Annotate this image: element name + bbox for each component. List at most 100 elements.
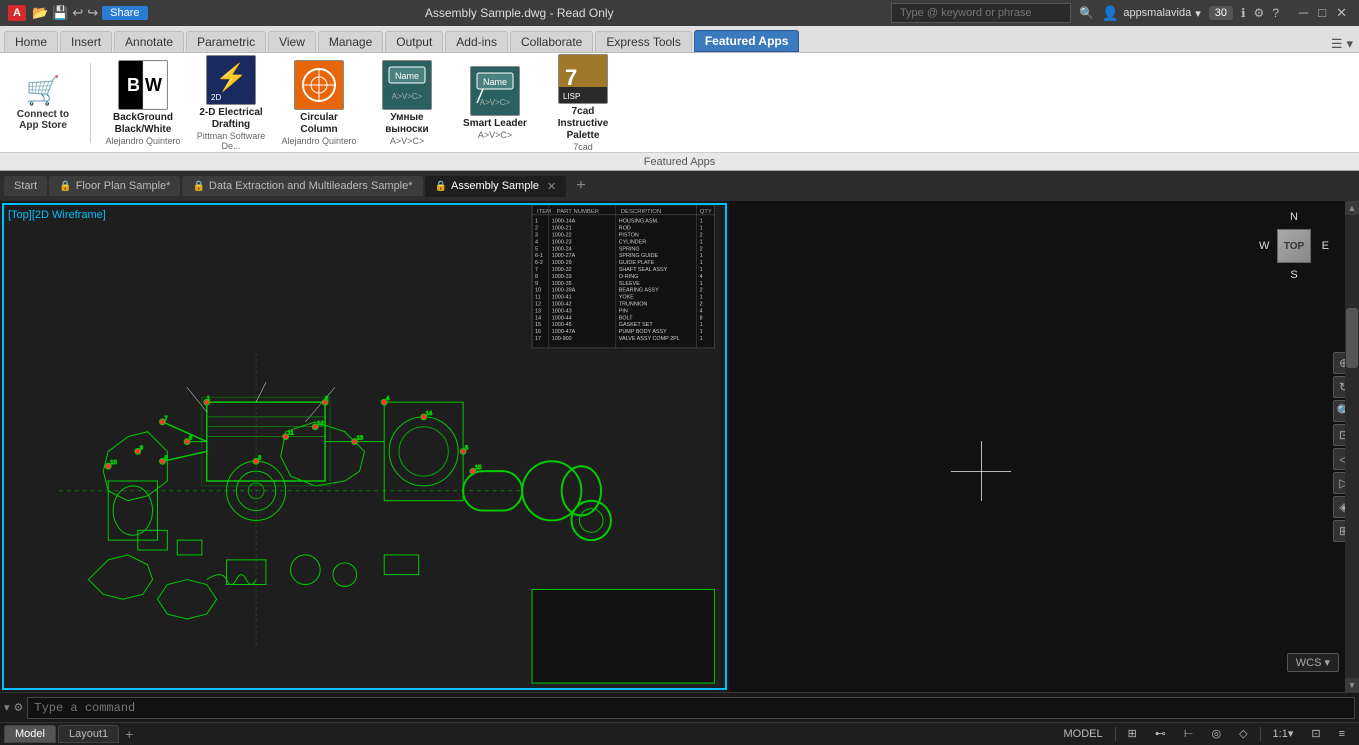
app-smart-callout[interactable]: Name A>V>C> Умные выноски A>V>C> xyxy=(367,58,447,148)
scrollbar-thumb[interactable] xyxy=(1346,308,1358,368)
svg-text:1: 1 xyxy=(700,336,703,342)
app-electrical[interactable]: ⚡ 2D 2-D ElectricalDrafting Pittman Soft… xyxy=(191,53,271,153)
titlebar-center: Assembly Sample.dwg - Read Only xyxy=(425,6,614,20)
viewcube-top-button[interactable]: TOP xyxy=(1277,229,1311,263)
command-gear-icon[interactable]: ⚙ xyxy=(14,701,24,714)
app-7cad-name: 7cad InstructivePalette xyxy=(545,106,621,142)
right-panel: N S E W TOP ⊕ ↻ 🔍 ⊡ ◁ ▷ ◈ ⊞ WCS ▾ ▲ xyxy=(729,201,1359,692)
redo-icon[interactable]: ↪ xyxy=(87,5,98,21)
grid-button[interactable]: ⊞ xyxy=(1122,726,1143,741)
svg-text:2: 2 xyxy=(700,233,703,239)
tab-output[interactable]: Output xyxy=(385,31,443,52)
settings-icon[interactable]: ⚙ xyxy=(1254,6,1265,20)
tab-add-ins[interactable]: Add-ins xyxy=(445,31,508,52)
svg-text:12: 12 xyxy=(535,302,541,308)
svg-text:1: 1 xyxy=(207,396,210,402)
lock-icon-2: 🔒 xyxy=(192,181,204,192)
connect-to-appstore-button[interactable]: 🛒 Connect toApp Store xyxy=(8,74,78,131)
annotation-scale-button[interactable]: 1:1▾ xyxy=(1267,726,1300,741)
add-layout-button[interactable]: + xyxy=(121,726,137,742)
svg-text:1000-45: 1000-45 xyxy=(552,322,572,328)
tab-express-tools[interactable]: Express Tools xyxy=(595,31,691,52)
customization-button[interactable]: ≡ xyxy=(1333,727,1351,741)
canvas-area[interactable]: [Top][2D Wireframe] ITEM PART NUMBER DES… xyxy=(2,203,727,690)
svg-text:2: 2 xyxy=(325,396,328,402)
command-area: ▾ ⚙ xyxy=(0,692,1359,722)
new-tab-button[interactable]: + xyxy=(568,173,593,199)
app-circular-name: Circular Column xyxy=(281,112,357,136)
ribbon-content: 🛒 Connect toApp Store B W BackGroundBlac… xyxy=(0,52,1359,152)
tab-view[interactable]: View xyxy=(268,31,316,52)
dropdown-icon[interactable]: ▾ xyxy=(1195,7,1201,20)
tab-data-extraction[interactable]: 🔒 Data Extraction and Multileaders Sampl… xyxy=(182,176,422,196)
ortho-button[interactable]: ⊢ xyxy=(1178,726,1200,741)
snap-button[interactable]: ⊷ xyxy=(1149,726,1172,741)
minimize-button[interactable]: ─ xyxy=(1295,5,1312,21)
app-smart-callout-icon: Name A>V>C> xyxy=(382,60,432,110)
viewcube-s: S xyxy=(1290,269,1297,281)
scrollbar-track[interactable] xyxy=(1345,215,1359,678)
app-smart-leader-author: A>V>C> xyxy=(478,130,512,140)
tab-annotate[interactable]: Annotate xyxy=(114,31,184,52)
svg-text:3: 3 xyxy=(535,233,538,239)
ribbon-dropdown-icon[interactable]: ▾ xyxy=(1346,36,1353,52)
layout-tab-layout1[interactable]: Layout1 xyxy=(58,725,119,743)
viewcube[interactable]: N S E W TOP xyxy=(1259,211,1329,281)
scrollbar-down-button[interactable]: ▼ xyxy=(1345,678,1359,692)
tab-floor-plan[interactable]: 🔒 Floor Plan Sample* xyxy=(49,176,180,196)
svg-text:1: 1 xyxy=(700,295,703,301)
command-dropdown-icon[interactable]: ▾ xyxy=(4,701,10,714)
viewcube-n: N xyxy=(1290,211,1298,223)
app-7cad-icon: 7 LISP xyxy=(558,54,608,104)
svg-text:PUMP BODY ASSY: PUMP BODY ASSY xyxy=(619,329,667,335)
document-tabs-bar: Start 🔒 Floor Plan Sample* 🔒 Data Extrac… xyxy=(0,171,1359,201)
command-input[interactable] xyxy=(34,701,1348,715)
svg-text:1000-14A: 1000-14A xyxy=(552,219,576,225)
svg-text:1000-39A: 1000-39A xyxy=(552,288,576,294)
app-circular[interactable]: Circular Column Alejandro Quintero xyxy=(279,58,359,148)
model-label[interactable]: MODEL xyxy=(1058,727,1109,741)
tab-home[interactable]: Home xyxy=(4,31,58,52)
right-scrollbar[interactable]: ▲ ▼ xyxy=(1345,201,1359,692)
svg-text:1000-21: 1000-21 xyxy=(552,226,572,232)
svg-text:A>V>C>: A>V>C> xyxy=(480,98,511,107)
scrollbar-up-button[interactable]: ▲ xyxy=(1345,201,1359,215)
undo-icon[interactable]: ↩ xyxy=(72,5,83,21)
svg-text:HOUSING ASM.: HOUSING ASM. xyxy=(619,219,659,225)
polar-button[interactable]: ◎ xyxy=(1205,726,1227,741)
titlebar-right: 🔍 👤 appsmalavida ▾ 30 ℹ ⚙ ? ─ □ ✕ xyxy=(891,3,1351,23)
tab-insert[interactable]: Insert xyxy=(60,31,112,52)
info-icon[interactable]: ℹ xyxy=(1241,6,1246,20)
svg-text:⚡: ⚡ xyxy=(215,62,247,93)
restore-button[interactable]: □ xyxy=(1314,5,1330,21)
search-icon[interactable]: 🔍 xyxy=(1079,6,1094,20)
username[interactable]: appsmalavida xyxy=(1123,7,1191,19)
tab-assembly-sample[interactable]: 🔒 Assembly Sample ✕ xyxy=(425,176,567,197)
svg-text:2: 2 xyxy=(535,226,538,232)
open-icon[interactable]: 📂 xyxy=(32,5,48,21)
tab-collaborate[interactable]: Collaborate xyxy=(510,31,593,52)
app-background-author: Alejandro Quintero xyxy=(105,136,180,146)
app-7cad[interactable]: 7 LISP 7cad InstructivePalette 7cad xyxy=(543,52,623,154)
svg-text:16: 16 xyxy=(535,329,541,335)
svg-text:DESCRIPTION: DESCRIPTION xyxy=(621,209,661,215)
separator-1 xyxy=(1115,727,1116,741)
osnap-button[interactable]: ◇ xyxy=(1233,726,1253,741)
tab-parametric[interactable]: Parametric xyxy=(186,31,266,52)
layout-tab-model[interactable]: Model xyxy=(4,725,56,743)
app-background[interactable]: B W BackGroundBlack/White Alejandro Quin… xyxy=(103,58,183,148)
tab-featured-apps[interactable]: Featured Apps xyxy=(694,30,800,52)
close-button[interactable]: ✕ xyxy=(1332,5,1351,21)
tab-start[interactable]: Start xyxy=(4,176,47,196)
search-input[interactable] xyxy=(891,3,1071,23)
app-smart-leader[interactable]: Name A>V>C> Smart Leader A>V>C> xyxy=(455,64,535,142)
ribbon-menu-icon[interactable]: ☰ xyxy=(1331,36,1343,52)
wcs-indicator-button[interactable]: WCS ▾ xyxy=(1287,653,1339,672)
viewport-scale-button[interactable]: ⊡ xyxy=(1305,726,1326,741)
window-controls: ─ □ ✕ xyxy=(1295,5,1351,21)
close-tab-button[interactable]: ✕ xyxy=(547,180,556,193)
tab-manage[interactable]: Manage xyxy=(318,31,383,52)
help-icon[interactable]: ? xyxy=(1272,6,1279,20)
share-button[interactable]: Share xyxy=(102,6,147,20)
save-icon[interactable]: 💾 xyxy=(52,5,68,21)
